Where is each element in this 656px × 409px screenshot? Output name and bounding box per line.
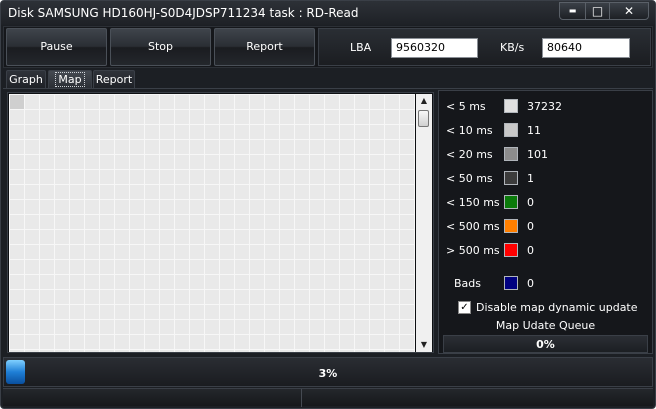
legend-row-10ms: < 10 ms 11: [446, 122, 646, 138]
maximize-button[interactable]: □: [585, 2, 610, 20]
legend-swatch: [504, 147, 518, 161]
legend-count: 37232: [527, 100, 562, 113]
legend-count: 1: [527, 172, 534, 185]
queue-progress-text: 0%: [536, 338, 555, 351]
window-title: Disk SAMSUNG HD160HJ-S0D4JDSP711234 task…: [8, 6, 359, 20]
close-button[interactable]: ✕: [609, 2, 649, 20]
close-icon: ✕: [623, 4, 635, 18]
legend-label: > 500 ms: [446, 244, 500, 257]
tab-graph[interactable]: Graph: [6, 70, 46, 88]
lba-field[interactable]: 9560320: [391, 38, 478, 58]
scroll-up-icon[interactable]: ▲: [416, 94, 432, 108]
legend-label: Bads: [454, 277, 482, 290]
legend-row-bads: Bads 0: [454, 275, 654, 291]
legend-row-150ms: < 150 ms 0: [446, 194, 646, 210]
status-divider: [301, 389, 302, 407]
scan-progress-text: 3%: [318, 367, 338, 380]
scroll-thumb[interactable]: [418, 110, 429, 127]
legend-panel: < 5 ms 37232 < 10 ms 11 < 20 ms 101 < 50…: [438, 90, 653, 354]
maximize-icon: □: [591, 4, 604, 18]
legend-row-500ms: < 500 ms 0: [446, 218, 646, 234]
legend-count: 11: [527, 124, 541, 137]
legend-swatch: [504, 171, 518, 185]
status-bar: [3, 388, 653, 407]
scan-progress-bar: 3%: [3, 357, 653, 387]
legend-label: < 5 ms: [446, 100, 486, 113]
legend-swatch: [504, 276, 518, 290]
legend-label: < 10 ms: [446, 124, 493, 137]
tab-map-label: Map: [55, 72, 85, 87]
kbs-label: KB/s: [500, 41, 525, 54]
legend-count: 0: [527, 277, 534, 290]
legend-label: < 150 ms: [446, 196, 500, 209]
tab-report[interactable]: Report: [93, 70, 135, 88]
legend-row-over-500ms: > 500 ms 0: [446, 242, 646, 258]
legend-row-20ms: < 20 ms 101: [446, 146, 646, 162]
stop-button[interactable]: Stop: [110, 28, 211, 66]
lba-label: LBA: [350, 41, 372, 54]
lba-panel: LBA 9560320 KB/s 80640: [318, 28, 651, 66]
kbs-field[interactable]: 80640: [542, 38, 630, 58]
map-panel: ▲ ▼: [7, 92, 434, 353]
legend-swatch: [504, 99, 518, 113]
legend-swatch: [504, 123, 518, 137]
report-button[interactable]: Report: [214, 28, 315, 66]
legend-swatch: [504, 195, 518, 209]
scroll-down-icon[interactable]: ▼: [416, 338, 432, 352]
pause-button[interactable]: Pause: [6, 28, 107, 66]
title-bar[interactable]: Disk SAMSUNG HD160HJ-S0D4JDSP711234 task…: [1, 1, 655, 25]
legend-swatch: [504, 243, 518, 257]
legend-label: < 500 ms: [446, 220, 500, 233]
minimize-button[interactable]: ▬: [559, 2, 586, 20]
dynamic-update-option[interactable]: ✓ Disable map dynamic update: [458, 301, 648, 315]
dynamic-update-checkbox[interactable]: ✓: [458, 301, 471, 314]
legend-swatch: [504, 219, 518, 233]
app-window: Disk SAMSUNG HD160HJ-S0D4JDSP711234 task…: [0, 0, 656, 409]
map-current-block: [10, 95, 24, 109]
minimize-icon: ▬: [568, 6, 577, 15]
tab-strip: Graph Map Report: [4, 70, 644, 89]
legend-label: < 50 ms: [446, 172, 493, 185]
legend-count: 0: [527, 196, 534, 209]
legend-label: < 20 ms: [446, 148, 493, 161]
legend-row-50ms: < 50 ms 1: [446, 170, 646, 186]
dynamic-update-label: Disable map dynamic update: [476, 301, 638, 314]
queue-progress-bar: 0%: [443, 335, 648, 353]
legend-count: 101: [527, 148, 548, 161]
queue-title: Map Udate Queue: [495, 319, 596, 332]
legend-row-5ms: < 5 ms 37232: [446, 98, 646, 114]
tab-map[interactable]: Map: [48, 70, 92, 88]
toolbar: Pause Stop Report LBA 9560320 KB/s 80640: [3, 26, 653, 68]
block-map-grid: [9, 94, 415, 352]
map-scrollbar[interactable]: ▲ ▼: [416, 94, 432, 352]
legend-count: 0: [527, 244, 534, 257]
legend-count: 0: [527, 220, 534, 233]
